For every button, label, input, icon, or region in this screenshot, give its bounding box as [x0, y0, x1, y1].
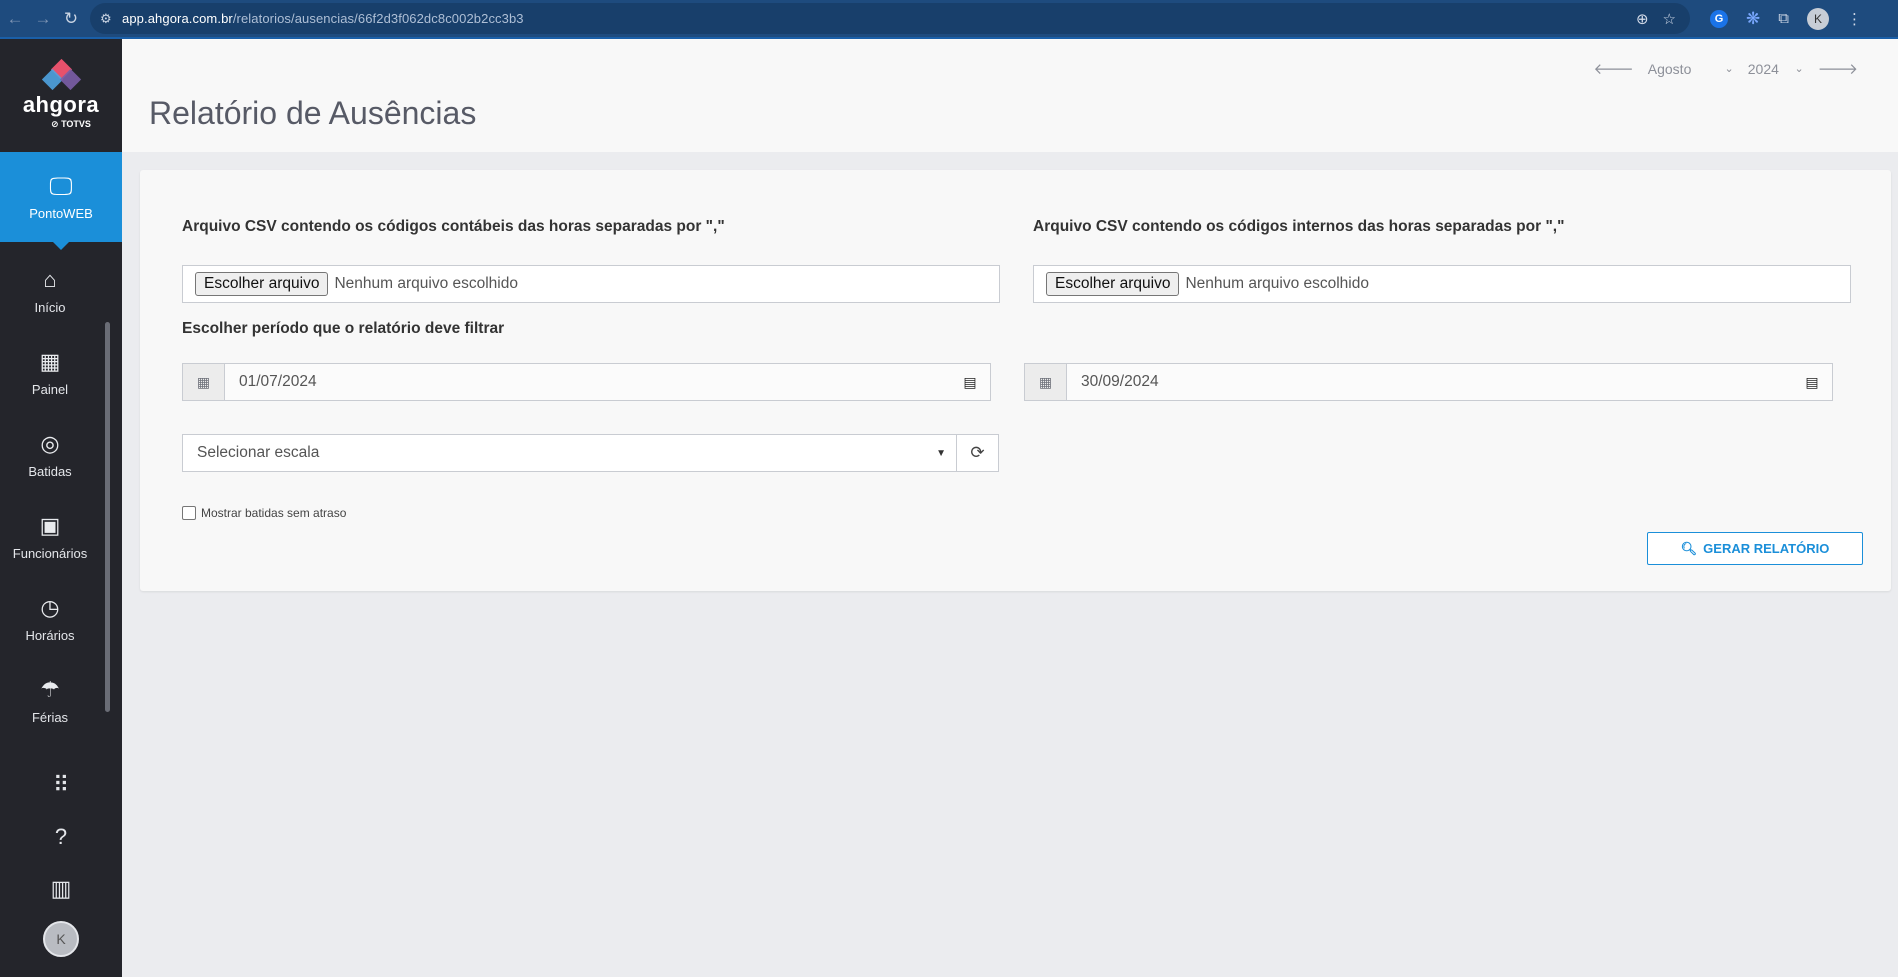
sidebar-item-label: Batidas [28, 463, 72, 479]
logo-totvs-text: TOTVS [61, 119, 91, 129]
zoom-icon[interactable]: ⊕ [1636, 10, 1649, 28]
url-path: /relatorios/ausencias/66f2d3f062dc8c002b… [232, 11, 524, 26]
date-picker-icon[interactable]: ▤ [1792, 364, 1832, 400]
sidebar-item-inicio[interactable]: ⌂ Início [0, 250, 100, 332]
file-status: Nenhum arquivo escolhido [334, 275, 518, 292]
url-text: app.ahgora.com.br/relatorios/ausencias/6… [122, 11, 524, 26]
browser-menu-icon[interactable]: ⋮ [1847, 10, 1862, 28]
page-title: Relatório de Ausências [149, 95, 477, 131]
month-select[interactable]: Agosto ⌄ [1648, 61, 1734, 77]
badge-icon: ▣ [39, 512, 61, 538]
sidebar-item-horarios[interactable]: ◷ Horários [0, 578, 100, 660]
calendar-icon: ▦ [1025, 364, 1067, 400]
next-period-icon[interactable]: 🡒 [1818, 59, 1858, 78]
clock-icon: ◷ [40, 594, 60, 620]
dashboard-icon: ▦ [39, 348, 61, 374]
start-date-field[interactable]: ▦ 01/07/2024 ▤ [182, 363, 991, 401]
generate-report-button[interactable]: 🔍︎ GERAR RELATÓRIO [1647, 532, 1863, 565]
date-picker-icon[interactable]: ▤ [950, 364, 990, 400]
sidebar-item-ferias[interactable]: ☂ Férias [0, 660, 100, 742]
avatar[interactable]: K [43, 921, 79, 957]
sidebar-item-label: PontoWEB [29, 205, 93, 221]
back-icon[interactable]: ← [2, 6, 28, 32]
refresh-icon[interactable]: ⟳ [957, 434, 999, 472]
period-label: Escolher período que o relatório deve fi… [182, 320, 505, 337]
sidebar-scrollbar[interactable] [105, 322, 110, 712]
choose-file-button[interactable]: Escolher arquivo [1046, 272, 1180, 296]
end-date-field[interactable]: ▦ 30/09/2024 ▤ [1024, 363, 1833, 401]
sidebar-item-label: Painel [31, 381, 69, 397]
previous-period-icon[interactable]: 🡐 [1594, 59, 1634, 78]
sidebar-item-label: Início [34, 299, 66, 315]
sidebar-item-pontoweb[interactable]: 🖵 PontoWEB [0, 152, 122, 250]
sidebar: ahgora ⊘ TOTVS 🖵 PontoWEB ⌂ Início ▦ Pai… [0, 39, 122, 977]
chevron-down-icon: ⌄ [1794, 63, 1804, 75]
escala-placeholder: Selecionar escala [197, 444, 320, 461]
chevron-down-icon: ⌄ [1724, 63, 1734, 75]
browser-toolbar: ← → ↻ ⚙ app.ahgora.com.br/relatorios/aus… [0, 0, 1898, 39]
extensions-puzzle-icon[interactable]: ⧉ [1778, 10, 1789, 27]
sidebar-bottom: ⠿ ? ▥ K [0, 759, 122, 957]
browser-profile-avatar[interactable]: K [1806, 7, 1829, 30]
building-icon[interactable]: ▥ [0, 863, 122, 915]
bookmark-star-icon[interactable]: ☆ [1663, 10, 1676, 28]
escala-select[interactable]: Selecionar escala ▼ [182, 434, 957, 472]
address-bar[interactable]: ⚙ app.ahgora.com.br/relatorios/ausencias… [90, 3, 1690, 34]
sidebar-item-painel[interactable]: ▦ Painel [0, 332, 100, 414]
generate-report-label: GERAR RELATÓRIO [1703, 541, 1830, 556]
sidebar-menu: ⌂ Início ▦ Painel ◎ Batidas ▣ Funcionári… [0, 242, 122, 832]
calendar-icon: ▦ [183, 364, 225, 400]
url-host: app.ahgora.com.br [122, 11, 233, 26]
reload-icon[interactable]: ↻ [58, 6, 84, 32]
year-value: 2024 [1747, 60, 1779, 77]
csv-internos-file-input[interactable]: Escolher arquivo Nenhum arquivo escolhid… [1033, 265, 1851, 303]
monitor-icon: 🖵 [49, 172, 73, 200]
logo-word: ahgora [22, 92, 100, 117]
show-punches-checkbox-row[interactable]: Mostrar batidas sem atraso [182, 506, 346, 520]
sidebar-item-label: Férias [31, 709, 69, 725]
sidebar-item-batidas[interactable]: ◎ Batidas [0, 414, 100, 496]
extension-snowflake-icon[interactable]: ❋ [1746, 9, 1760, 29]
search-icon: 🔍︎ [1680, 540, 1698, 556]
report-form-card: Arquivo CSV contendo os códigos contábei… [140, 170, 1891, 591]
period-selector: 🡐 Agosto ⌄ 2024 ⌄ 🡒 [1594, 59, 1858, 79]
sidebar-item-label: Horários [25, 627, 75, 643]
logo-mark-icon [41, 58, 82, 91]
csv-internos-label: Arquivo CSV contendo os códigos internos… [1033, 218, 1565, 235]
csv-contabeis-label: Arquivo CSV contendo os códigos contábei… [182, 218, 725, 235]
escala-select-group: Selecionar escala ▼ ⟳ [182, 434, 999, 472]
year-select[interactable]: 2024 ⌄ [1748, 61, 1804, 77]
apps-grid-icon[interactable]: ⠿ [0, 759, 122, 811]
end-date-input[interactable]: 30/09/2024 [1067, 364, 1792, 400]
show-punches-checkbox[interactable] [182, 506, 196, 520]
help-icon[interactable]: ? [0, 811, 122, 863]
forward-icon[interactable]: → [30, 6, 56, 32]
file-status: Nenhum arquivo escolhido [1185, 275, 1369, 292]
csv-contabeis-file-input[interactable]: Escolher arquivo Nenhum arquivo escolhid… [182, 265, 1000, 303]
sidebar-item-funcionarios[interactable]: ▣ Funcionários [0, 496, 100, 578]
google-extension-icon[interactable]: G [1710, 9, 1728, 28]
month-value: Agosto [1647, 60, 1692, 77]
checkbox-label: Mostrar batidas sem atraso [201, 506, 347, 520]
logo-totvs: ⊘ TOTVS [51, 119, 91, 129]
start-date-input[interactable]: 01/07/2024 [225, 364, 950, 400]
ahgora-logo[interactable]: ahgora ⊘ TOTVS [0, 39, 122, 152]
sidebar-item-label: Funcionários [12, 545, 88, 561]
site-info-icon[interactable]: ⚙ [100, 11, 122, 27]
fingerprint-icon: ◎ [40, 430, 60, 456]
choose-file-button[interactable]: Escolher arquivo [195, 272, 329, 296]
home-icon: ⌂ [43, 266, 57, 292]
page-header: 🡐 Agosto ⌄ 2024 ⌄ 🡒 Relatório de Ausênci… [122, 39, 1898, 152]
beach-umbrella-icon: ☂ [40, 676, 60, 702]
caret-down-icon: ▼ [936, 447, 946, 459]
